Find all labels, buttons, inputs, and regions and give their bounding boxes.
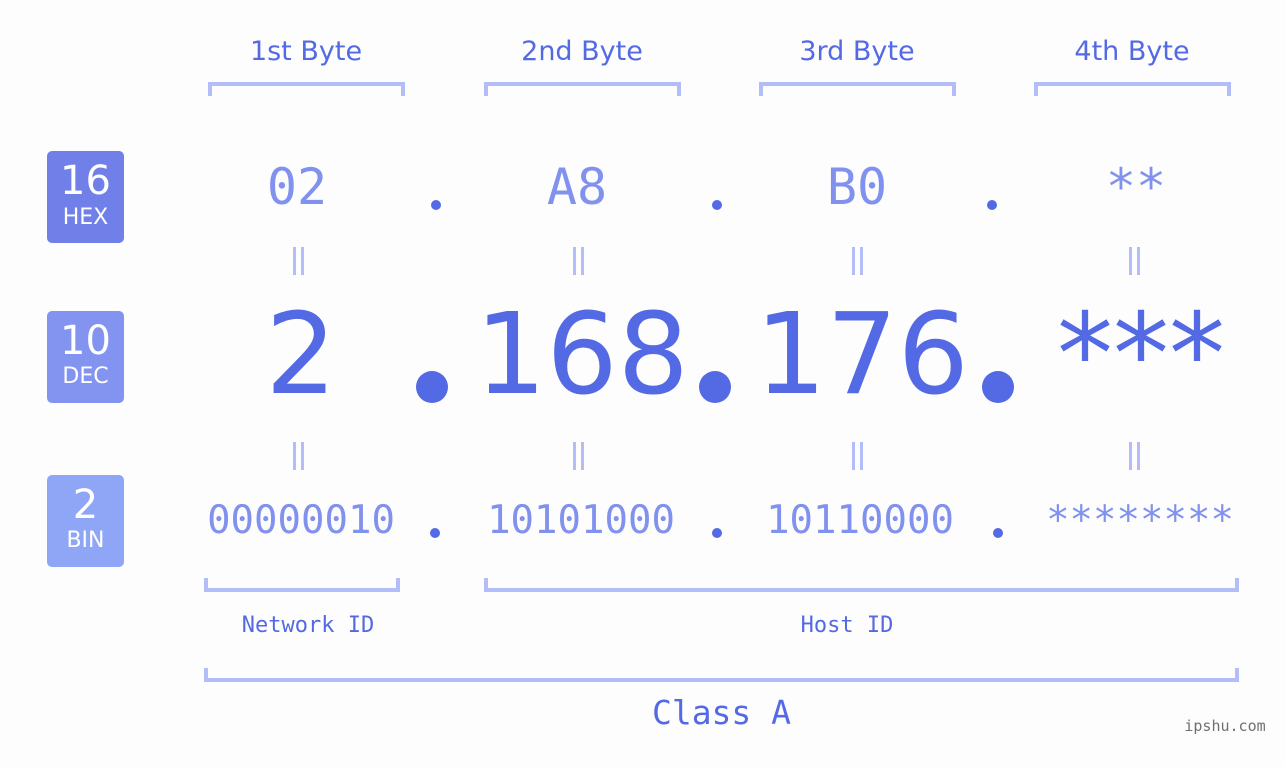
byte-header-2: 2nd Byte bbox=[521, 36, 643, 67]
bin-dot-1 bbox=[430, 528, 440, 538]
hex-byte-1: 02 bbox=[266, 158, 328, 216]
bin-badge-label: BIN bbox=[66, 528, 105, 553]
bin-byte-4: ******** bbox=[1046, 498, 1234, 543]
network-id-label: Network ID bbox=[241, 613, 375, 638]
byte-header-3: 3rd Byte bbox=[799, 36, 915, 67]
dec-byte-3: 176 bbox=[755, 290, 969, 420]
dec-badge-base: 10 bbox=[60, 318, 111, 364]
byte-bracket-1 bbox=[208, 82, 405, 96]
bin-dot-2 bbox=[712, 528, 722, 538]
dec-byte-2: 168 bbox=[475, 290, 689, 420]
bin-byte-2: 10101000 bbox=[487, 498, 675, 543]
byte-bracket-2 bbox=[484, 82, 681, 96]
equals-icon bbox=[849, 247, 865, 275]
dec-byte-1: 2 bbox=[265, 290, 337, 420]
dec-badge: 10 DEC bbox=[47, 311, 124, 403]
hex-byte-2: A8 bbox=[546, 158, 608, 216]
hex-badge: 16 HEX bbox=[47, 151, 124, 243]
dec-byte-4: *** bbox=[1057, 290, 1225, 420]
dec-dot-3 bbox=[982, 371, 1014, 403]
dec-badge-label: DEC bbox=[62, 364, 109, 389]
equals-icon bbox=[570, 247, 586, 275]
class-label: Class A bbox=[651, 693, 792, 732]
class-bracket bbox=[204, 668, 1239, 682]
equals-icon bbox=[849, 442, 865, 470]
network-bracket bbox=[204, 578, 400, 592]
byte-header-1: 1st Byte bbox=[249, 36, 363, 67]
bin-badge-base: 2 bbox=[72, 482, 99, 528]
hex-dot-2 bbox=[712, 200, 722, 210]
equals-icon bbox=[290, 442, 306, 470]
equals-icon bbox=[1126, 247, 1142, 275]
byte-bracket-3 bbox=[759, 82, 956, 96]
hex-dot-3 bbox=[987, 200, 997, 210]
bin-badge: 2 BIN bbox=[47, 475, 124, 567]
hex-dot-1 bbox=[431, 200, 441, 210]
hex-badge-label: HEX bbox=[62, 205, 109, 230]
equals-icon bbox=[1126, 442, 1142, 470]
dec-dot-2 bbox=[699, 371, 731, 403]
equals-icon bbox=[290, 247, 306, 275]
bin-byte-3: 10110000 bbox=[766, 498, 954, 543]
watermark: ipshu.com bbox=[1184, 717, 1266, 735]
byte-header-4: 4th Byte bbox=[1074, 36, 1190, 67]
dec-dot-1 bbox=[416, 371, 448, 403]
host-id-label: Host ID bbox=[800, 613, 894, 638]
bin-byte-1: 00000010 bbox=[207, 498, 395, 543]
host-bracket bbox=[484, 578, 1239, 592]
hex-badge-base: 16 bbox=[60, 158, 111, 204]
hex-byte-3: B0 bbox=[826, 158, 888, 216]
byte-bracket-4 bbox=[1034, 82, 1231, 96]
hex-byte-4: ** bbox=[1105, 158, 1167, 216]
bin-dot-3 bbox=[993, 528, 1003, 538]
equals-icon bbox=[570, 442, 586, 470]
